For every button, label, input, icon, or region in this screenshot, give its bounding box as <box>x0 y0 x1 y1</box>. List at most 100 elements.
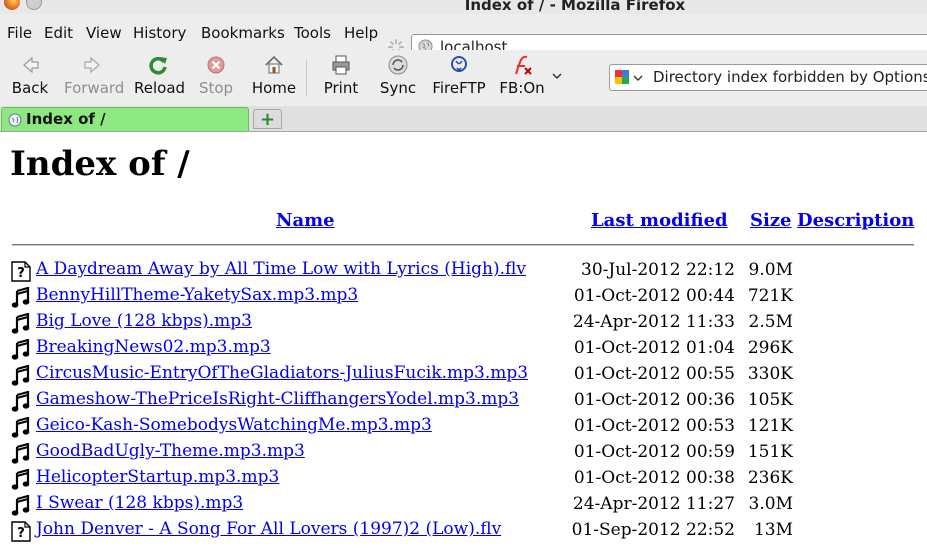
firebug-menu-chevron-down-icon[interactable] <box>552 72 562 80</box>
file-modified-date: 01-Oct-2012 00:59 <box>573 442 735 462</box>
search-engine-google-icon[interactable] <box>615 70 629 84</box>
home-button[interactable]: Home <box>251 54 297 97</box>
menu-bookmarks[interactable]: Bookmarks <box>201 24 285 42</box>
navigation-toolbar: Back Forward Reload Stop Home Print Sync… <box>0 50 927 106</box>
page-content: Index of / Name Last modified Size Descr… <box>0 132 927 551</box>
reload-icon <box>149 57 167 75</box>
file-size: 105K <box>747 390 793 410</box>
audio-file-icon[interactable] <box>11 468 31 490</box>
audio-file-icon[interactable] <box>11 416 31 438</box>
svg-text:?: ? <box>17 266 25 281</box>
file-link[interactable]: CircusMusic-EntryOfTheGladiators-JuliusF… <box>36 363 528 383</box>
menu-tools[interactable]: Tools <box>294 24 331 42</box>
file-size: 2.5M <box>748 312 793 332</box>
file-link[interactable]: I Swear (128 kbps).mp3 <box>36 493 243 513</box>
audio-file-icon[interactable] <box>11 364 31 386</box>
plus-icon: + <box>259 109 276 130</box>
column-header-name[interactable]: Name <box>276 210 335 231</box>
column-header-last-modified[interactable]: Last modified <box>591 210 728 231</box>
print-button[interactable]: Print <box>321 54 361 97</box>
table-row: BreakingNews02.mp3.mp3 01-Oct-2012 01:04 2… <box>0 336 927 362</box>
column-header-description[interactable]: Description <box>797 210 914 231</box>
file-modified-date: 30-Jul-2012 22:12 <box>581 260 735 280</box>
back-button[interactable]: Back <box>11 54 49 97</box>
table-row: I Swear (128 kbps).mp3 24-Apr-2012 11:27 3… <box>0 492 927 518</box>
file-modified-date: 01-Oct-2012 00:44 <box>573 286 735 306</box>
file-modified-date: 24-Apr-2012 11:33 <box>572 312 735 332</box>
table-row: BennyHillTheme-YaketySax.mp3.mp3 01-Oct-2… <box>0 284 927 310</box>
unknown-file-icon[interactable]: ? <box>11 521 31 542</box>
file-size: 121K <box>747 416 793 436</box>
search-engine-chevron-down-icon[interactable] <box>633 70 643 86</box>
tab-index-of[interactable]: Index of / <box>1 107 249 131</box>
page-title: Index of / <box>10 144 190 184</box>
window-title-bar: Index of / - Mozilla Firefox <box>0 0 927 14</box>
audio-file-icon[interactable] <box>11 286 31 308</box>
file-link[interactable]: BennyHillTheme-YaketySax.mp3.mp3 <box>36 285 358 305</box>
file-modified-date: 01-Oct-2012 01:04 <box>573 338 735 358</box>
file-link[interactable]: Big Love (128 kbps).mp3 <box>36 311 252 331</box>
file-size: 236K <box>747 468 793 488</box>
fireftp-icon <box>451 56 467 72</box>
table-row: Geico-Kash-SomebodysWatchingMe.mp3.mp3 01… <box>0 414 927 440</box>
table-row: HelicopterStartup.mp3.mp3 01-Oct-2012 00:… <box>0 466 927 492</box>
toolbar-separator <box>306 60 307 96</box>
new-tab-button[interactable]: + <box>253 109 282 129</box>
table-row: ? A Daydream Away by All Time Low with Ly… <box>0 258 927 284</box>
file-link[interactable]: A Daydream Away by All Time Low with Lyr… <box>36 259 526 279</box>
file-link[interactable]: John Denver - A Song For All Lovers (199… <box>36 519 501 539</box>
column-header-size[interactable]: Size <box>750 210 792 231</box>
back-arrow-icon <box>23 56 39 74</box>
menu-history[interactable]: History <box>133 24 186 42</box>
file-link[interactable]: Geico-Kash-SomebodysWatchingMe.mp3.mp3 <box>36 415 432 435</box>
audio-file-icon[interactable] <box>11 390 31 412</box>
table-row: Big Love (128 kbps).mp3 24-Apr-2012 11:33… <box>0 310 927 336</box>
file-size: 13M <box>753 520 793 540</box>
menu-view[interactable]: View <box>86 24 122 42</box>
file-link[interactable]: Gameshow-ThePriceIsRight-CliffhangersYod… <box>36 389 519 409</box>
forward-button[interactable]: Forward <box>64 54 124 97</box>
file-size: 721K <box>747 286 793 306</box>
search-input[interactable]: Directory index forbidden by Options <box>653 68 927 86</box>
home-icon <box>265 55 283 74</box>
stop-button[interactable]: Stop <box>197 54 235 97</box>
table-row: ? John Denver - A Song For All Lovers (19… <box>0 518 927 544</box>
unknown-file-icon[interactable]: ? <box>11 261 31 282</box>
file-modified-date: 01-Oct-2012 00:38 <box>573 468 735 488</box>
file-size: 151K <box>747 442 793 462</box>
audio-file-icon[interactable] <box>11 494 31 516</box>
fireftp-button[interactable]: FireFTP <box>429 54 489 97</box>
search-bar[interactable]: Directory index forbidden by Options <box>609 64 927 91</box>
file-link[interactable]: BreakingNews02.mp3.mp3 <box>36 337 271 357</box>
firebug-icon <box>515 55 532 75</box>
menu-bar: File Edit View History Bookmarks Tools H… <box>0 14 927 59</box>
firebug-button[interactable]: FB:On <box>497 54 547 97</box>
menu-help[interactable]: Help <box>344 24 378 42</box>
sync-icon <box>388 55 408 75</box>
audio-file-icon[interactable] <box>11 442 31 464</box>
table-row: CircusMusic-EntryOfTheGladiators-JuliusF… <box>0 362 927 388</box>
file-modified-date: 24-Apr-2012 11:27 <box>572 494 735 514</box>
forward-arrow-icon <box>84 56 100 74</box>
table-row: GoodBadUgly-Theme.mp3.mp3 01-Oct-2012 00:… <box>0 440 927 466</box>
header-divider <box>12 244 914 246</box>
menu-edit[interactable]: Edit <box>44 24 73 42</box>
window-title: Index of / - Mozilla Firefox <box>464 0 686 14</box>
audio-file-icon[interactable] <box>11 312 31 334</box>
stop-icon <box>207 56 225 74</box>
file-modified-date: 01-Sep-2012 22:52 <box>571 520 735 540</box>
file-link[interactable]: GoodBadUgly-Theme.mp3.mp3 <box>36 441 305 461</box>
file-modified-date: 01-Oct-2012 00:53 <box>573 416 735 436</box>
sync-button[interactable]: Sync <box>378 54 418 97</box>
file-link[interactable]: HelicopterStartup.mp3.mp3 <box>36 467 279 487</box>
audio-file-icon[interactable] <box>11 338 31 360</box>
reload-button[interactable]: Reload <box>134 54 185 97</box>
page-favicon-icon <box>8 113 22 127</box>
svg-text:?: ? <box>17 526 25 541</box>
tab-strip: Index of / + <box>0 106 927 132</box>
file-size: 296K <box>747 338 793 358</box>
menu-file[interactable]: File <box>7 24 32 42</box>
table-row: Gameshow-ThePriceIsRight-CliffhangersYod… <box>0 388 927 414</box>
file-size: 9.0M <box>748 260 793 280</box>
file-modified-date: 01-Oct-2012 00:55 <box>573 364 735 384</box>
